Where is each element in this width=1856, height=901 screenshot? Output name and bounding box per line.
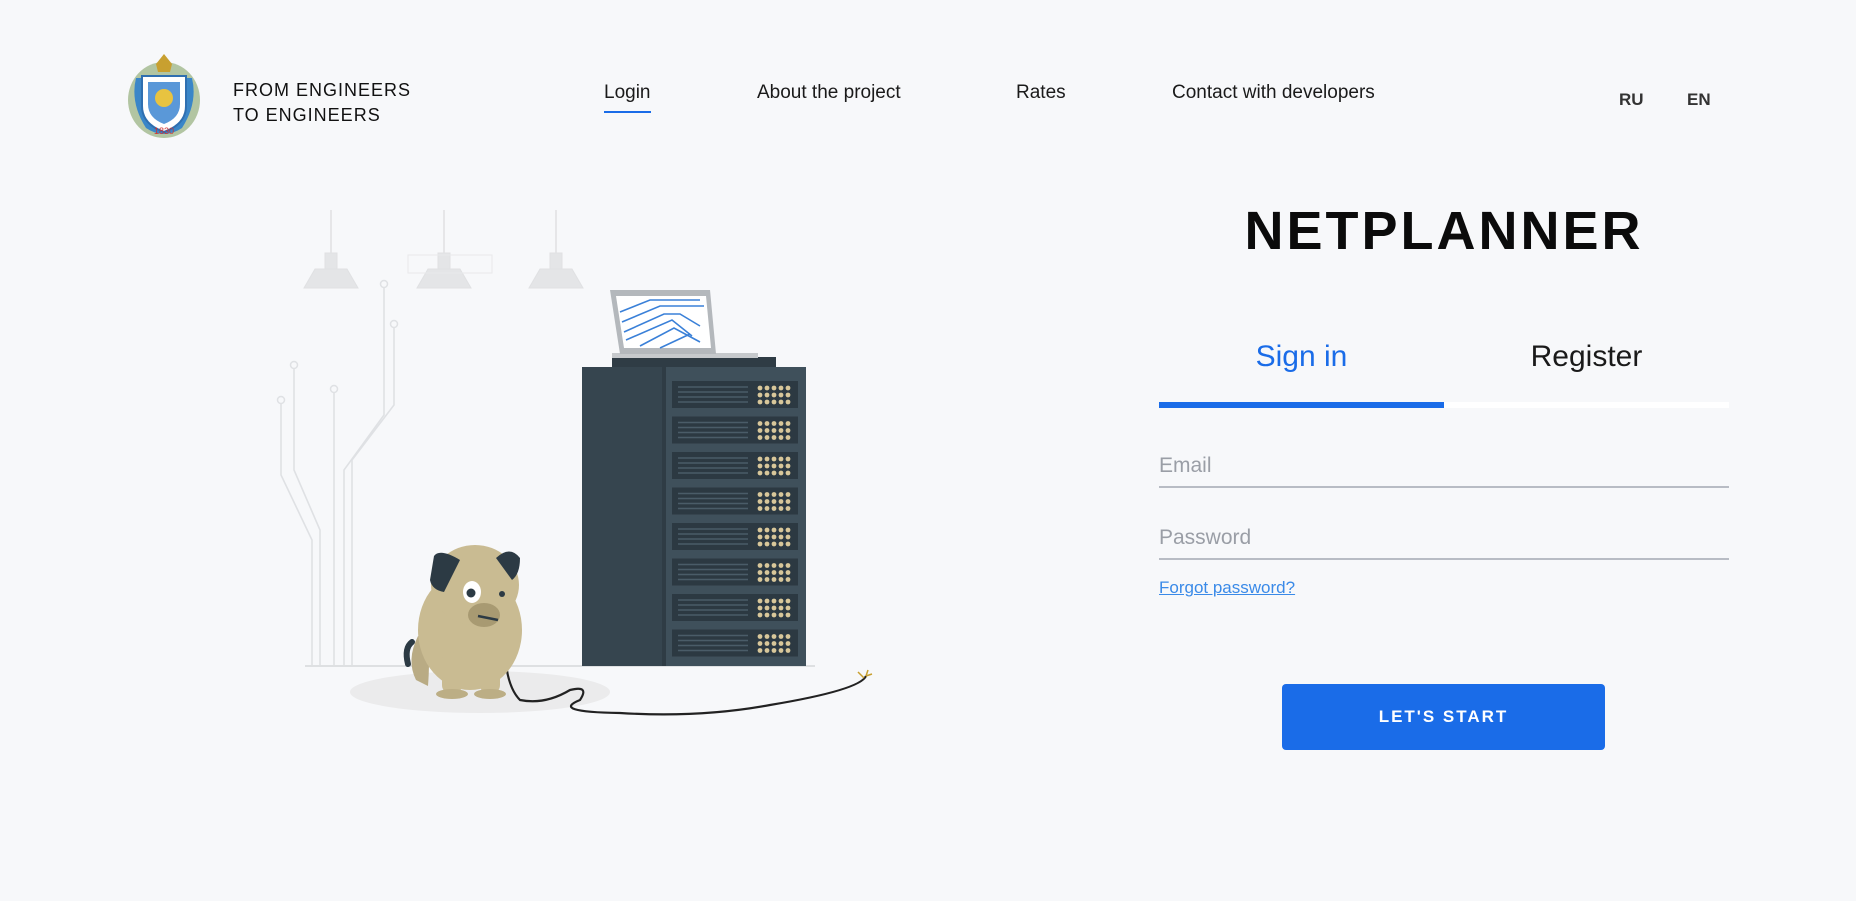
- tagline-line-2: TO ENGINEERS: [233, 105, 381, 125]
- password-field[interactable]: [1159, 518, 1729, 560]
- app-title: NETPLANNER: [1244, 201, 1644, 261]
- language-en[interactable]: EN: [1687, 90, 1711, 110]
- auth-tabs: Sign in Register: [1159, 330, 1729, 408]
- svg-text:1830: 1830: [154, 126, 174, 136]
- tagline: FROM ENGINEERS TO ENGINEERS: [233, 78, 411, 128]
- email-field[interactable]: [1159, 446, 1729, 488]
- tab-register[interactable]: Register: [1444, 330, 1729, 408]
- tab-sign-in[interactable]: Sign in: [1159, 330, 1444, 408]
- nav-login[interactable]: Login: [604, 82, 651, 113]
- forgot-password-link[interactable]: Forgot password?: [1159, 578, 1295, 598]
- language-ru[interactable]: RU: [1619, 90, 1644, 110]
- university-crest-icon[interactable]: 1830: [126, 48, 202, 140]
- dog-server-illustration: [270, 205, 890, 725]
- nav-rates[interactable]: Rates: [1016, 82, 1066, 104]
- nav-about-project[interactable]: About the project: [757, 82, 901, 104]
- nav-contact-developers[interactable]: Contact with developers: [1172, 82, 1375, 104]
- lets-start-button[interactable]: LET'S START: [1282, 684, 1605, 750]
- tagline-line-1: FROM ENGINEERS: [233, 80, 412, 100]
